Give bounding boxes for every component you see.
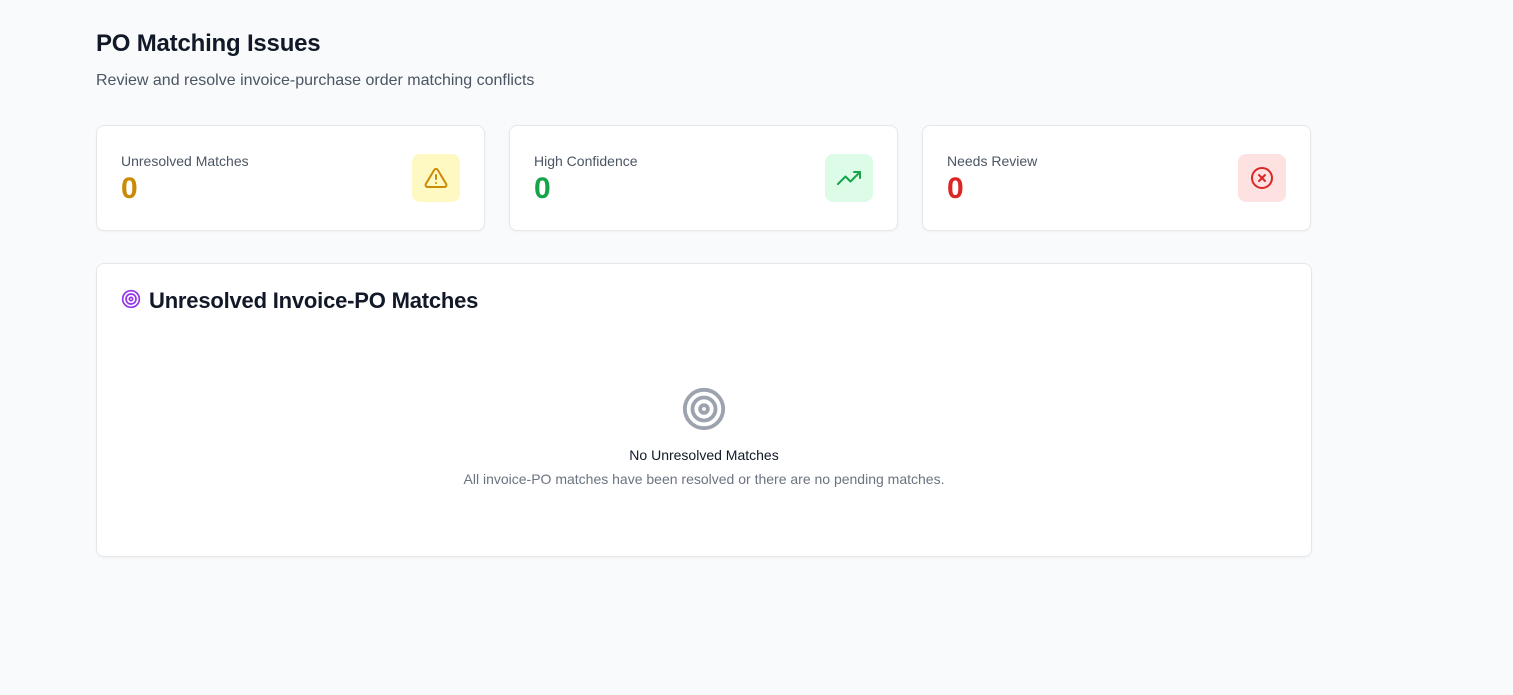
stat-value: 0: [947, 172, 964, 205]
stat-label: High Confidence: [534, 153, 638, 169]
po-matching-page: PO Matching Issues Review and resolve in…: [0, 0, 1513, 695]
panel-header: Unresolved Invoice-PO Matches: [121, 288, 478, 314]
stat-label: Needs Review: [947, 153, 1038, 169]
x-circle-icon: [1238, 154, 1286, 202]
empty-state: No Unresolved Matches All invoice-PO mat…: [97, 386, 1311, 487]
empty-state-title: No Unresolved Matches: [629, 447, 779, 463]
panel-title: Unresolved Invoice-PO Matches: [149, 288, 479, 313]
target-icon: [121, 289, 141, 314]
alert-triangle-icon: [412, 154, 460, 202]
stat-value: 0: [534, 172, 551, 205]
trending-up-icon: [825, 154, 873, 202]
unresolved-matches-panel: Unresolved Invoice-PO Matches No Unresol…: [96, 263, 1312, 557]
stat-value: 0: [121, 172, 138, 205]
stat-card-high-confidence: High Confidence 0: [509, 125, 898, 231]
stat-label: Unresolved Matches: [121, 153, 249, 169]
stats-row: Unresolved Matches 0 High Confidence 0 N…: [96, 125, 1311, 231]
stat-card-unresolved: Unresolved Matches 0: [96, 125, 485, 231]
empty-state-description: All invoice-PO matches have been resolve…: [463, 471, 945, 487]
page-subtitle: Review and resolve invoice-purchase orde…: [96, 72, 535, 89]
stat-card-needs-review: Needs Review 0: [922, 125, 1311, 231]
page-title: PO Matching Issues: [96, 30, 321, 57]
target-icon: [681, 386, 727, 432]
